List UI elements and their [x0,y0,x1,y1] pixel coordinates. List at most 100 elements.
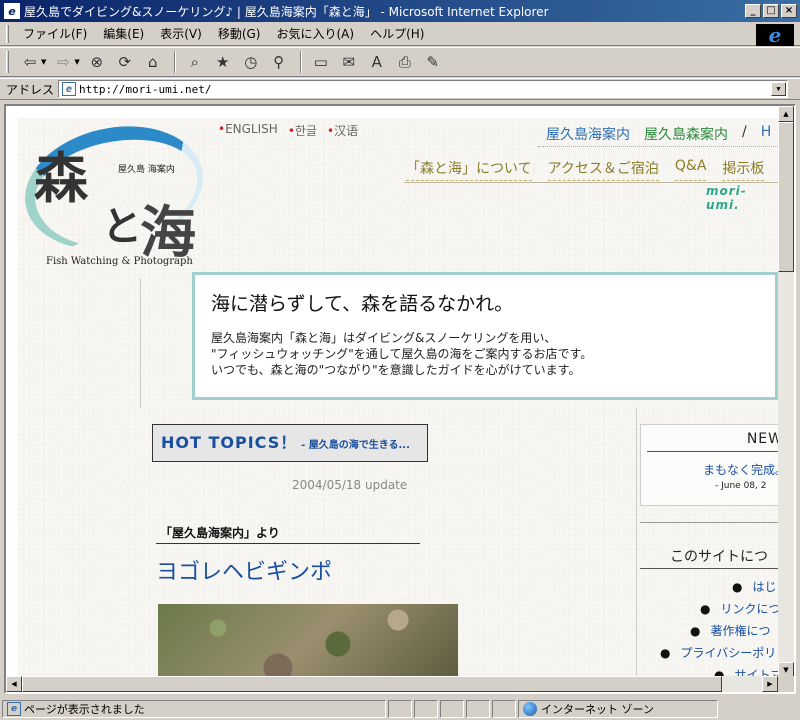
back-icon[interactable]: ⇦ [17,50,43,74]
channels-icon[interactable]: ⚲ [266,50,292,74]
favorites-icon[interactable]: ★ [210,50,236,74]
stop-icon[interactable]: ⊗ [84,50,110,74]
history-icon[interactable]: ◷ [238,50,264,74]
back-dropdown-icon[interactable]: ▼ [41,58,46,66]
menu-go[interactable]: 移動(G) [210,23,269,44]
address-input[interactable]: e http://mori-umi.net/ ▼ [58,80,789,98]
ie-app-icon: e [4,3,20,19]
lang-chinese-label[interactable]: 汉语 [334,124,358,138]
site-info-underline [640,568,780,569]
scroll-left-button[interactable]: ◀ [6,676,22,692]
site-link-label[interactable]: はじ [752,580,776,594]
lang-english[interactable]: •ENGLISH [218,122,278,139]
hero-box: 海に潜らずして、森を語るなかれ。 屋久島海案内「森と海」はダイビング&スノーケリ… [192,272,778,400]
site-link-intro[interactable]: ● はじ [732,578,777,595]
print-icon[interactable]: ⎙ [392,50,418,74]
bullet-icon: ● [660,646,671,660]
nav-separator: / [742,124,747,140]
nav-access[interactable]: アクセス＆ご宿泊 [547,158,659,181]
scrollbar-corner [778,676,794,692]
home-icon[interactable]: ⌂ [140,50,166,74]
status-pane [492,700,516,718]
address-label: アドレス [6,82,55,97]
status-pane [414,700,438,718]
logo-subtitle: 屋久島 海案内 [118,165,175,175]
horizontal-scroll-thumb[interactable] [22,676,722,692]
menu-bar: ファイル(F) 編集(E) 表示(V) 移動(G) お気に入り(A) ヘルプ(H… [0,22,800,47]
status-pane [388,700,412,718]
browser-viewport: 森 屋久島 海案内 と 海 Fish Watching & Photograph… [4,104,796,694]
page-icon: e [62,82,77,96]
bullet-icon: ● [732,580,743,594]
search-icon[interactable]: ⌕ [182,50,208,74]
menu-help[interactable]: ヘルプ(H) [362,23,432,44]
site-link-privacy[interactable]: ● プライバシーポリ [660,644,776,661]
security-zone-pane: インターネット ゾーン [518,700,718,718]
forward-icon[interactable]: ⇨ [50,50,76,74]
status-text: ページが表示されました [24,703,145,716]
fullscreen-icon[interactable]: ▭ [308,50,334,74]
hot-topics-title: HOT TOPICS！ [161,433,298,452]
site-link-label[interactable]: プライバシーポリ [680,646,776,660]
close-button[interactable]: × [781,4,797,18]
article-source: 「屋久島海案内」より [156,522,420,544]
lang-korean-label[interactable]: 한글 [295,124,317,138]
nav-qa[interactable]: Q&A [674,158,707,181]
hero-line: "フィッシュウォッチング"を通して屋久島の海をご案内するお店です。 [211,347,593,361]
toolbar-separator [173,51,176,73]
brand-script: mori-umi. [706,184,747,212]
fish-photo[interactable] [158,604,458,682]
vertical-scrollbar[interactable]: ▲ ▼ [778,106,794,678]
address-url[interactable]: http://mori-umi.net/ [79,83,211,96]
status-pane [466,700,490,718]
lang-chinese[interactable]: •汉语 [327,122,358,139]
status-pane [440,700,464,718]
font-icon[interactable]: A [364,50,390,74]
lang-english-label[interactable]: ENGLISH [225,122,278,136]
nav-forest-guide[interactable]: 屋久島森案内 [644,124,728,144]
menu-grip[interactable] [6,24,9,43]
news-item[interactable]: まもなく完成。 [703,461,780,478]
menu-file[interactable]: ファイル(F) [15,23,95,44]
topnav-divider [538,146,780,147]
toolbar-grip[interactable] [6,51,9,73]
ie-throbber-logo: e [756,23,794,47]
site-link-label[interactable]: リンクにつ [720,602,780,616]
menu-view[interactable]: 表示(V) [152,23,210,44]
menu-favorites[interactable]: お気に入り(A) [268,23,362,44]
nav-bbs[interactable]: 掲示板 [722,158,765,181]
hot-topics-subtitle: - 屋久島の海で生きる... [301,440,410,451]
standard-toolbar: ⇦ ▼ ⇨ ▼ ⊗ ⟳ ⌂ ⌕ ★ ◷ ⚲ ▭ ✉ A ⎙ ✎ [0,47,800,77]
minimize-button[interactable]: _ [745,4,761,18]
horizontal-scrollbar[interactable]: ◀ ▶ [6,676,778,692]
bullet-icon: ● [700,602,711,616]
nav-about[interactable]: 「森と海」について [406,158,532,181]
hero-headline: 海に潜らずして、森を語るなかれ。 [211,293,514,315]
site-link-label[interactable]: 著作権につ [710,624,770,638]
lang-korean[interactable]: •한글 [288,122,317,139]
lang-bullet: • [287,124,295,138]
scroll-right-button[interactable]: ▶ [762,676,778,692]
site-link-copyright[interactable]: ● 著作権につ [690,622,771,639]
site-link-links[interactable]: ● リンクにつ [700,600,780,617]
scroll-up-button[interactable]: ▲ [778,106,794,122]
nav-sea-guide[interactable]: 屋久島海案内 [546,124,630,144]
refresh-icon[interactable]: ⟳ [112,50,138,74]
nav-home[interactable]: H [761,124,772,144]
hot-topics-banner: HOT TOPICS！ - 屋久島の海で生きる... [152,424,428,462]
site-logo[interactable]: 森 屋久島 海案内 と 海 Fish Watching & Photograph [18,118,215,278]
vertical-scroll-thumb[interactable] [778,122,794,272]
site-info-heading: このサイトにつ [670,549,768,565]
main-navigation: 「森と海」について アクセス＆ご宿泊 Q&A 掲示板 リン [406,158,780,181]
right-column-rule [636,408,637,682]
edit-icon[interactable]: ✎ [420,50,446,74]
toolbar-separator [299,51,302,73]
maximize-button[interactable]: □ [763,4,779,18]
article-title[interactable]: ヨゴレヘビギンポ [156,554,332,586]
menu-edit[interactable]: 編集(E) [95,23,152,44]
mail-icon[interactable]: ✉ [336,50,362,74]
window-title: 屋久島でダイビング&スノーケリング♪ | 屋久島海案内「森と海」 - Micro… [24,4,549,19]
address-dropdown-icon[interactable]: ▼ [771,82,787,96]
forward-dropdown-icon[interactable]: ▼ [74,58,79,66]
logo-tagline: Fish Watching & Photograph [46,256,193,267]
